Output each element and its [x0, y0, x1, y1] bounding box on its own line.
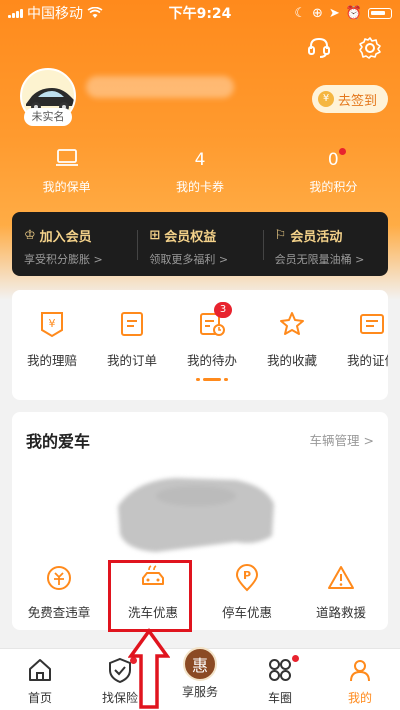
- tab-label: 车圈: [267, 691, 292, 705]
- service-roadside[interactable]: 道路救援: [294, 564, 388, 621]
- checkin-button[interactable]: ¥ 去签到: [312, 85, 388, 113]
- shortcut-label: 我的订单: [106, 353, 157, 368]
- tab-label: 享服务: [181, 685, 218, 699]
- carrier-name: 中国移动: [27, 6, 83, 22]
- grid-circles-icon: [269, 659, 291, 681]
- my-car-title: 我的爱车: [26, 432, 91, 451]
- shortcut-documents[interactable]: 我的证件: [332, 310, 388, 369]
- gift-icon: ⊞: [149, 228, 161, 243]
- username-redacted: [86, 76, 234, 98]
- stat-label: 我的积分: [309, 180, 358, 194]
- customer-service-icon[interactable]: [306, 36, 332, 64]
- crown-icon: ♔: [24, 228, 36, 243]
- vehicle-manage-link[interactable]: 车辆管理 >: [310, 430, 374, 449]
- stat-label: 我的卡券: [175, 180, 224, 194]
- wifi-icon: [87, 7, 103, 18]
- service-label: 道路救援: [315, 605, 366, 620]
- user-icon: [350, 660, 370, 682]
- svg-text:P: P: [243, 569, 251, 582]
- checkin-label: 去签到: [338, 93, 378, 109]
- tab-services[interactable]: 惠 享服务: [160, 647, 240, 710]
- member-title: 会员活动: [290, 230, 343, 245]
- moon-icon: ☾: [294, 5, 306, 21]
- tab-mine[interactable]: 我的: [320, 649, 400, 710]
- svg-text:¥: ¥: [49, 317, 56, 330]
- service-label: 停车优惠: [221, 605, 272, 620]
- stats-row: 我的保单 4 我的卡券 0 我的积分: [0, 148, 400, 195]
- notification-dot: [338, 148, 346, 155]
- shortcut-label: 我的待办: [186, 353, 237, 368]
- my-car-card: 我的爱车 车辆管理 > 免费查违章 洗车优惠 P 停车优惠 道路救援: [12, 412, 388, 630]
- arrow-up-annotation: [128, 628, 170, 709]
- warning-icon: [328, 566, 354, 589]
- tab-label: 首页: [27, 691, 52, 705]
- member-title: 加入会员: [39, 230, 92, 245]
- shortcut-label: 我的理赔: [26, 353, 77, 368]
- member-activities[interactable]: ⚐ 会员活动 会员无限量油桶 >: [262, 212, 388, 276]
- page-indicator: [196, 378, 228, 381]
- id-card-icon: [360, 314, 384, 334]
- alarm-icon: ⏰: [345, 5, 362, 21]
- flag-icon: ⚐: [274, 228, 287, 243]
- stat-value: 4: [194, 150, 206, 170]
- member-sub: 享受积分膨胀 >: [24, 253, 103, 266]
- battery-icon: [368, 7, 392, 19]
- member-benefits[interactable]: ⊞ 会员权益 领取更多福利 >: [137, 212, 262, 276]
- shortcut-claims[interactable]: ¥ 我的理赔: [12, 310, 92, 369]
- stat-value: 0: [327, 150, 339, 170]
- stat-policies[interactable]: 我的保单: [0, 148, 133, 195]
- home-icon: [29, 659, 51, 681]
- tab-car-circle[interactable]: 车圈: [240, 649, 320, 710]
- car-image-redacted: [118, 478, 274, 552]
- service-violations[interactable]: 免费查违章: [12, 564, 106, 621]
- tab-home[interactable]: 首页: [0, 649, 80, 710]
- shortcut-orders[interactable]: 我的订单: [92, 310, 172, 369]
- membership-banner: ♔ 加入会员 享受积分膨胀 > ⊞ 会员权益 领取更多福利 > ⚐ 会员活动 会员无限…: [12, 212, 388, 276]
- orders-icon: [121, 312, 143, 336]
- member-join[interactable]: ♔ 加入会员 享受积分膨胀 >: [12, 212, 137, 276]
- violation-check-icon: [47, 566, 71, 590]
- coin-icon: ¥: [318, 91, 334, 107]
- shortcut-label: 我的证件: [346, 353, 388, 368]
- lock-rotation-icon: ⊕: [312, 5, 323, 21]
- member-title: 会员权益: [164, 230, 217, 245]
- settings-gear-icon[interactable]: [358, 36, 382, 64]
- policy-icon: [0, 148, 133, 172]
- location-icon: ➤: [328, 5, 340, 21]
- parking-icon: P: [235, 564, 259, 592]
- star-icon: [280, 312, 304, 335]
- shortcut-todo[interactable]: 3 我的待办: [172, 302, 252, 369]
- real-name-status[interactable]: 未实名: [24, 108, 72, 126]
- todo-badge: 3: [214, 302, 232, 318]
- discount-icon: 惠: [183, 647, 217, 681]
- service-parking[interactable]: P 停车优惠: [200, 564, 294, 621]
- shortcut-favorites[interactable]: 我的收藏: [252, 310, 332, 369]
- notification-dot: [292, 655, 299, 662]
- member-sub: 领取更多福利 >: [149, 253, 229, 266]
- shortcut-label: 我的收藏: [266, 353, 317, 368]
- member-sub: 会员无限量油桶 >: [274, 253, 365, 266]
- stat-coupons[interactable]: 4 我的卡券: [133, 148, 266, 195]
- shortcuts-card: ¥ 我的理赔 我的订单 3 我的待办 我的收藏 我的证件: [12, 290, 388, 400]
- highlight-box: [108, 560, 192, 632]
- claims-icon: ¥: [41, 312, 63, 338]
- status-bar: 中国移动 下午9:24 ☾ ⊕ ➤ ⏰: [0, 0, 400, 26]
- signal-icon: [8, 8, 23, 18]
- stat-points[interactable]: 0 我的积分: [267, 148, 400, 195]
- car-services-row: 免费查违章 洗车优惠 P 停车优惠 道路救援: [12, 564, 388, 621]
- bottom-tab-bar: 首页 找保险 惠 享服务 车圈 我的: [0, 647, 400, 710]
- stat-label: 我的保单: [42, 180, 91, 194]
- tab-label: 我的: [347, 691, 372, 705]
- service-label: 免费查违章: [27, 605, 91, 620]
